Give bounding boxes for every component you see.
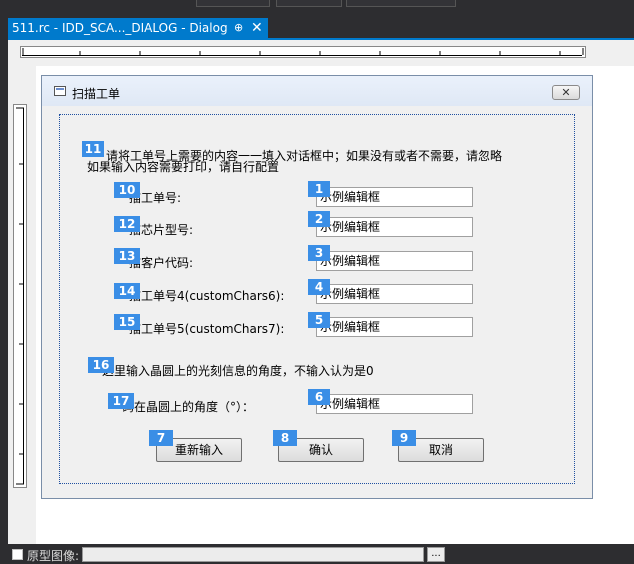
toolbar-combo[interactable] [276,0,342,7]
toolbar-strip [0,0,634,8]
angle-note: 这里输入晶圆上的光刻信息的角度，不输入认为是0 [102,364,374,378]
tab-order-badge[interactable]: 5 [308,312,330,328]
tab-order-badge[interactable]: 16 [88,357,114,373]
tab-order-badge[interactable]: 9 [392,430,416,446]
ruler-ticks [22,48,584,55]
dialog-titlebar[interactable] [42,76,592,106]
tab-order-badge[interactable]: 10 [114,182,140,198]
tab-order-badge[interactable]: 11 [82,141,104,157]
toolbar-combo[interactable] [196,0,270,7]
tab-order-badge[interactable]: 1 [308,181,330,197]
tab-order-badge[interactable]: 3 [308,245,330,261]
tab-order-badge[interactable]: 4 [308,279,330,295]
customer-code-input[interactable]: 示例编辑框 [316,251,473,271]
ruler-ticks [16,107,24,485]
tab-order-badge[interactable]: 12 [114,216,140,232]
tab-order-badge[interactable]: 17 [108,393,134,409]
field-label: 描工单号5(customChars7): [129,322,285,336]
field-label: 描工单号4(customChars6): [129,289,285,303]
angle-input[interactable]: 示例编辑框 [316,394,473,414]
dialog-title: 扫描工单 [72,87,121,101]
toolbar-combo[interactable] [346,0,456,7]
tab-title: 511.rc - IDD_SCA..._DIALOG - Dialog [12,21,228,35]
custom-chars7-input[interactable]: 示例编辑框 [316,317,473,337]
tab-order-badge[interactable]: 7 [149,430,173,446]
angle-label: 码在晶圆上的角度（°）： [122,400,255,414]
tab-order-badge[interactable]: 8 [273,430,297,446]
tab-dialog-editor[interactable]: 511.rc - IDD_SCA..._DIALOG - Dialog ⊕ ✕ [8,18,268,38]
close-icon[interactable]: ✕ [251,18,263,38]
tab-order-badge[interactable]: 2 [308,211,330,227]
prototype-image-path-field[interactable] [82,547,424,562]
horizontal-ruler[interactable] [20,44,586,62]
custom-chars6-input[interactable]: 示例编辑框 [316,284,473,304]
tab-order-badge[interactable]: 14 [114,283,140,299]
vertical-ruler[interactable] [13,104,29,488]
instruction-line-2: 如果输入内容需要打印，请自行配置 [87,160,280,174]
dialog-close-button[interactable]: ✕ [552,85,580,100]
window-icon [54,86,66,96]
browse-button[interactable]: ... [427,547,445,562]
tab-order-badge[interactable]: 6 [308,389,330,405]
prototype-image-label: 原型图像: [27,549,80,563]
tab-order-badge[interactable]: 13 [114,248,140,264]
tab-order-badge[interactable]: 15 [114,314,140,330]
chip-model-input[interactable]: 示例编辑框 [316,217,473,237]
pin-icon[interactable]: ⊕ [234,18,243,38]
prototype-image-checkbox[interactable] [12,549,23,560]
work-order-input[interactable]: 示例编辑框 [316,187,473,207]
